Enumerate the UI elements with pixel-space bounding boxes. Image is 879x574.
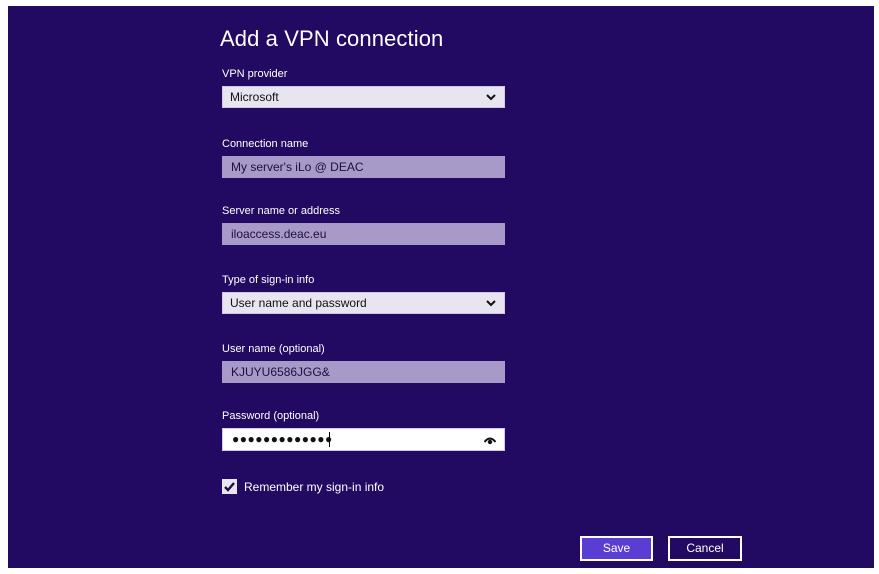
vpn-provider-value: Microsoft — [230, 90, 279, 104]
sign-in-type-label: Type of sign-in info — [222, 274, 315, 286]
sign-in-type-value: User name and password — [230, 296, 367, 310]
server-address-label: Server name or address — [222, 205, 340, 217]
eye-icon[interactable] — [484, 435, 496, 445]
chevron-down-icon — [486, 94, 496, 101]
connection-name-label: Connection name — [222, 138, 309, 150]
server-address-input[interactable]: iloaccess.deac.eu — [222, 223, 505, 245]
vpn-provider-select[interactable]: Microsoft — [222, 86, 505, 108]
connection-name-input[interactable]: My server's iLo @ DEAC — [222, 156, 505, 178]
password-value: ●●●●●●●●●●●●● — [232, 432, 333, 446]
remember-label[interactable]: Remember my sign-in info — [244, 480, 384, 494]
cancel-button[interactable]: Cancel — [668, 536, 742, 561]
checkmark-icon — [224, 482, 235, 492]
vpn-provider-label: VPN provider — [222, 68, 288, 80]
password-label: Password (optional) — [222, 410, 320, 422]
save-button[interactable]: Save — [580, 536, 653, 561]
vpn-settings-panel: Add a VPN connection VPN provider Micros… — [8, 6, 874, 568]
sign-in-type-select[interactable]: User name and password — [222, 292, 505, 314]
text-cursor — [329, 432, 330, 447]
password-input[interactable]: ●●●●●●●●●●●●● — [222, 428, 505, 451]
chevron-down-icon — [486, 300, 496, 307]
remember-checkbox[interactable] — [222, 479, 237, 494]
username-input[interactable]: KJUYU6586JGG& — [222, 361, 505, 383]
page-title: Add a VPN connection — [220, 26, 444, 51]
username-label: User name (optional) — [222, 343, 325, 355]
